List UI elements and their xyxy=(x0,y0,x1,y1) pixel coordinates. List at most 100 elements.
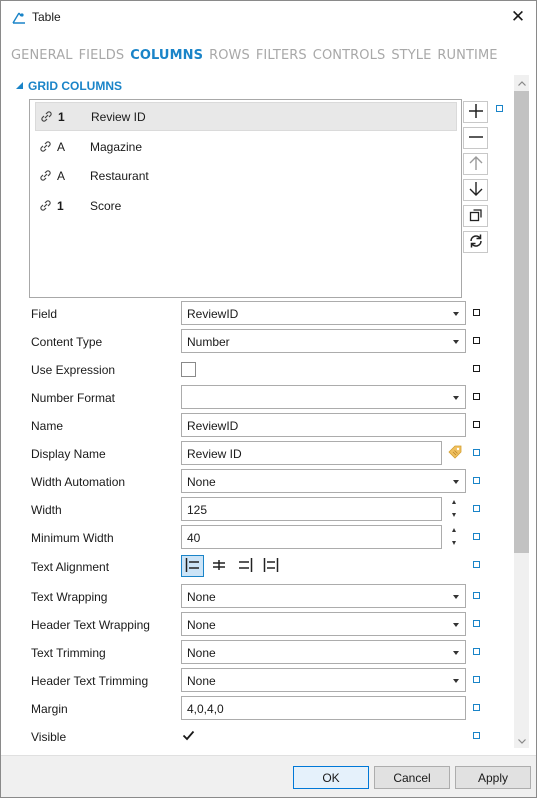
text-wrapping-dropdown[interactable]: None xyxy=(181,584,466,608)
display-name-field[interactable]: Review ID xyxy=(181,441,442,465)
column-name: Restaurant xyxy=(90,168,149,183)
property-indicator[interactable] xyxy=(473,337,480,344)
list-item[interactable]: A Restaurant xyxy=(35,161,457,190)
scrollbar-thumb[interactable] xyxy=(514,91,529,553)
header-text-trimming-dropdown[interactable]: None xyxy=(181,668,466,692)
section-title: GRID COLUMNS xyxy=(28,79,122,93)
minimum-width-stepper[interactable] xyxy=(450,525,460,549)
text-alignment-group xyxy=(181,555,282,577)
ok-button[interactable]: OK xyxy=(293,766,369,789)
move-down-button[interactable] xyxy=(463,179,488,201)
tab-fields[interactable]: FIELDS xyxy=(79,48,125,68)
content-type-dropdown[interactable]: Number xyxy=(181,329,466,353)
scroll-down-arrow[interactable] xyxy=(514,734,529,748)
binding-indicator[interactable] xyxy=(473,620,480,627)
spin-up-icon[interactable] xyxy=(452,500,456,504)
column-name: Review ID xyxy=(91,109,146,124)
close-icon: ✕ xyxy=(510,7,526,26)
spin-down-icon[interactable] xyxy=(452,541,456,545)
property-indicator[interactable] xyxy=(473,309,480,316)
cancel-button[interactable]: Cancel xyxy=(374,766,450,789)
binding-indicator[interactable] xyxy=(473,477,480,484)
align-center-button[interactable] xyxy=(207,555,230,577)
tab-controls[interactable]: CONTROLS xyxy=(313,48,386,68)
tab-runtime[interactable]: RUNTIME xyxy=(437,48,497,68)
align-left-button[interactable] xyxy=(181,555,204,577)
text-alignment-label: Text Alignment xyxy=(31,560,110,574)
chevron-down-icon xyxy=(453,651,459,655)
link-icon xyxy=(38,141,52,152)
add-column-button[interactable] xyxy=(463,101,488,123)
width-automation-dropdown[interactable]: None xyxy=(181,469,466,493)
minimum-width-field[interactable]: 40 xyxy=(181,525,442,549)
spin-up-icon[interactable] xyxy=(452,528,456,532)
text-type-icon: A xyxy=(57,139,66,154)
visible-checkbox[interactable] xyxy=(181,728,196,743)
chevron-down-icon xyxy=(453,312,459,316)
width-field[interactable]: 125 xyxy=(181,497,442,521)
chevron-down-icon xyxy=(517,738,526,744)
dialog-footer: OK Cancel Apply xyxy=(1,755,536,797)
checkmark-icon xyxy=(182,730,195,741)
width-automation-label: Width Automation xyxy=(31,475,126,489)
tab-filters[interactable]: FILTERS xyxy=(256,48,307,68)
refresh-columns-button[interactable] xyxy=(463,231,488,253)
tab-general[interactable]: GENERAL xyxy=(11,48,73,68)
binding-indicator[interactable] xyxy=(473,732,480,739)
header-text-wrapping-dropdown[interactable]: None xyxy=(181,612,466,636)
property-indicator[interactable] xyxy=(473,365,480,372)
number-format-dropdown[interactable] xyxy=(181,385,466,409)
columns-list[interactable]: 1 Review ID A Magazine A Restaurant 1 Sc… xyxy=(29,99,462,298)
duplicate-column-button[interactable] xyxy=(463,205,488,227)
scroll-up-arrow[interactable] xyxy=(514,76,529,90)
localize-tag-icon[interactable] xyxy=(448,445,462,462)
binding-indicator[interactable] xyxy=(473,561,480,568)
binding-indicator[interactable] xyxy=(496,105,503,112)
display-name-label: Display Name xyxy=(31,447,106,461)
number-type-icon: 1 xyxy=(57,198,64,213)
close-button[interactable]: ✕ xyxy=(506,5,530,29)
field-label: Field xyxy=(31,307,58,321)
refresh-icon xyxy=(468,233,484,252)
move-up-button[interactable] xyxy=(463,153,488,175)
tab-style[interactable]: STYLE xyxy=(391,48,431,68)
tab-columns[interactable]: COLUMNS xyxy=(130,48,203,68)
width-stepper[interactable] xyxy=(450,497,460,521)
align-justify-button[interactable] xyxy=(259,555,282,577)
apply-button[interactable]: Apply xyxy=(455,766,531,789)
section-header-grid-columns[interactable]: GRID COLUMNS xyxy=(15,79,122,93)
property-indicator[interactable] xyxy=(473,421,480,428)
remove-column-button[interactable] xyxy=(463,127,488,149)
header-text-trimming-label: Header Text Trimming xyxy=(31,674,149,688)
binding-indicator[interactable] xyxy=(473,704,480,711)
chevron-down-icon xyxy=(453,623,459,627)
text-trimming-dropdown[interactable]: None xyxy=(181,640,466,664)
binding-indicator[interactable] xyxy=(473,592,480,599)
table-dialog: Table ✕ GENERAL FIELDS COLUMNS ROWS FILT… xyxy=(0,0,537,798)
minimum-width-label: Minimum Width xyxy=(31,531,114,545)
list-item[interactable]: 1 Score xyxy=(35,191,457,220)
tab-rows[interactable]: ROWS xyxy=(209,48,250,68)
align-left-icon xyxy=(185,557,201,575)
binding-indicator[interactable] xyxy=(473,505,480,512)
align-right-button[interactable] xyxy=(233,555,256,577)
field-dropdown[interactable]: ReviewID xyxy=(181,301,466,325)
header-text-wrapping-label: Header Text Wrapping xyxy=(31,618,150,632)
collapse-triangle-icon xyxy=(15,79,24,93)
binding-indicator[interactable] xyxy=(473,676,480,683)
name-field[interactable]: ReviewID xyxy=(181,413,466,437)
list-item[interactable]: 1 Review ID xyxy=(35,102,457,131)
property-indicator[interactable] xyxy=(473,393,480,400)
use-expression-checkbox[interactable] xyxy=(181,362,196,377)
spin-down-icon[interactable] xyxy=(452,513,456,517)
binding-indicator[interactable] xyxy=(473,648,480,655)
link-icon xyxy=(39,111,53,122)
content-type-label: Content Type xyxy=(31,335,103,349)
list-item[interactable]: A Magazine xyxy=(35,132,457,161)
binding-indicator[interactable] xyxy=(473,533,480,540)
tab-bar: GENERAL FIELDS COLUMNS ROWS FILTERS CONT… xyxy=(11,48,498,68)
use-expression-label: Use Expression xyxy=(31,363,116,377)
margin-field[interactable]: 4,0,4,0 xyxy=(181,696,466,720)
title-bar: Table ✕ xyxy=(1,1,536,33)
binding-indicator[interactable] xyxy=(473,449,480,456)
